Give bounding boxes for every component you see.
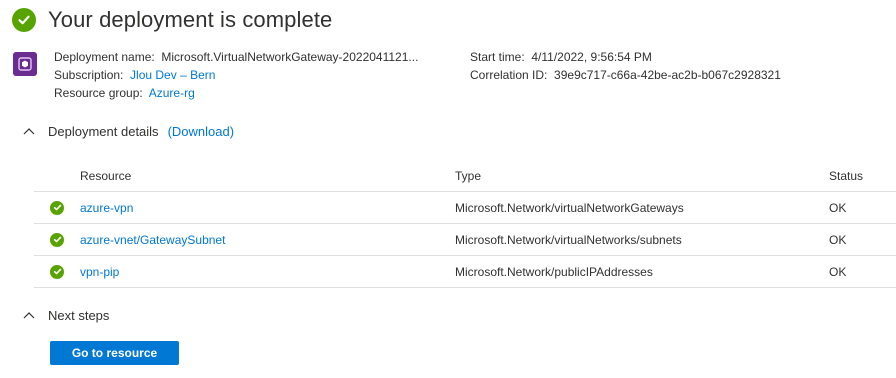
subscription-link[interactable]: Jlou Dev – Bern — [130, 68, 215, 82]
resource-group-row: Resource group: Azure-rg — [54, 84, 418, 102]
correlation-id-row: Correlation ID: 39e9c717-c66a-42be-ac2b-… — [470, 66, 781, 84]
deployment-details-header: Deployment details (Download) — [22, 122, 234, 140]
check-circle-icon — [50, 264, 64, 279]
check-circle-icon — [50, 232, 64, 247]
chevron-up-icon[interactable] — [22, 308, 36, 322]
download-link[interactable]: (Download) — [168, 124, 234, 139]
check-circle-icon — [50, 200, 64, 215]
check-circle-icon — [12, 8, 36, 32]
resource-link[interactable]: vpn-pip — [80, 265, 119, 279]
resource-group-link[interactable]: Azure-rg — [149, 86, 195, 100]
deployment-meta-right: Start time: 4/11/2022, 9:56:54 PM Correl… — [470, 48, 781, 84]
subscription-row: Subscription: Jlou Dev – Bern — [54, 66, 418, 84]
correlation-id-value: 39e9c717-c66a-42be-ac2b-b067c2928321 — [554, 68, 781, 82]
chevron-up-icon[interactable] — [22, 124, 36, 138]
resource-status: OK — [829, 264, 847, 279]
resource-type: Microsoft.Network/virtualNetworkGateways — [455, 200, 684, 215]
start-time-row: Start time: 4/11/2022, 9:56:54 PM — [470, 48, 781, 66]
column-header-status: Status — [829, 168, 864, 183]
start-time-label: Start time: — [470, 50, 525, 64]
table-header: Resource Type Status — [34, 160, 896, 192]
next-steps-label[interactable]: Next steps — [48, 308, 109, 323]
table-row: azure-vnet/GatewaySubnet Microsoft.Netwo… — [34, 224, 896, 256]
resource-type: Microsoft.Network/publicIPAddresses — [455, 264, 653, 279]
start-time-value: 4/11/2022, 9:56:54 PM — [531, 50, 652, 64]
resource-status: OK — [829, 232, 847, 247]
next-steps-header: Next steps — [22, 306, 109, 324]
resource-link[interactable]: azure-vnet/GatewaySubnet — [80, 233, 225, 247]
go-to-resource-button[interactable]: Go to resource — [50, 341, 179, 365]
deployment-details-table: Resource Type Status azure-vpn Microsoft… — [34, 160, 896, 288]
table-row: vpn-pip Microsoft.Network/publicIPAddres… — [34, 256, 896, 288]
resource-status: OK — [829, 200, 847, 215]
page-title: Your deployment is complete — [48, 7, 333, 32]
column-header-type: Type — [455, 168, 482, 183]
correlation-id-label: Correlation ID: — [470, 68, 548, 82]
table-row: azure-vpn Microsoft.Network/virtualNetwo… — [34, 192, 896, 224]
deployment-meta-left: Deployment name: Microsoft.VirtualNetwor… — [54, 48, 418, 102]
deployment-header: Your deployment is complete — [12, 6, 332, 34]
deployment-name-value: Microsoft.VirtualNetworkGateway-20220411… — [161, 50, 419, 64]
vpn-gateway-icon — [13, 52, 37, 76]
resource-type: Microsoft.Network/virtualNetworks/subnet… — [455, 232, 682, 247]
subscription-label: Subscription: — [54, 68, 124, 82]
deployment-name-label: Deployment name: — [54, 50, 155, 64]
deployment-name-row: Deployment name: Microsoft.VirtualNetwor… — [54, 48, 418, 66]
column-header-resource: Resource — [80, 168, 132, 183]
resource-link[interactable]: azure-vpn — [80, 201, 133, 215]
resource-group-label: Resource group: — [54, 86, 143, 100]
deployment-details-label[interactable]: Deployment details — [48, 124, 159, 139]
